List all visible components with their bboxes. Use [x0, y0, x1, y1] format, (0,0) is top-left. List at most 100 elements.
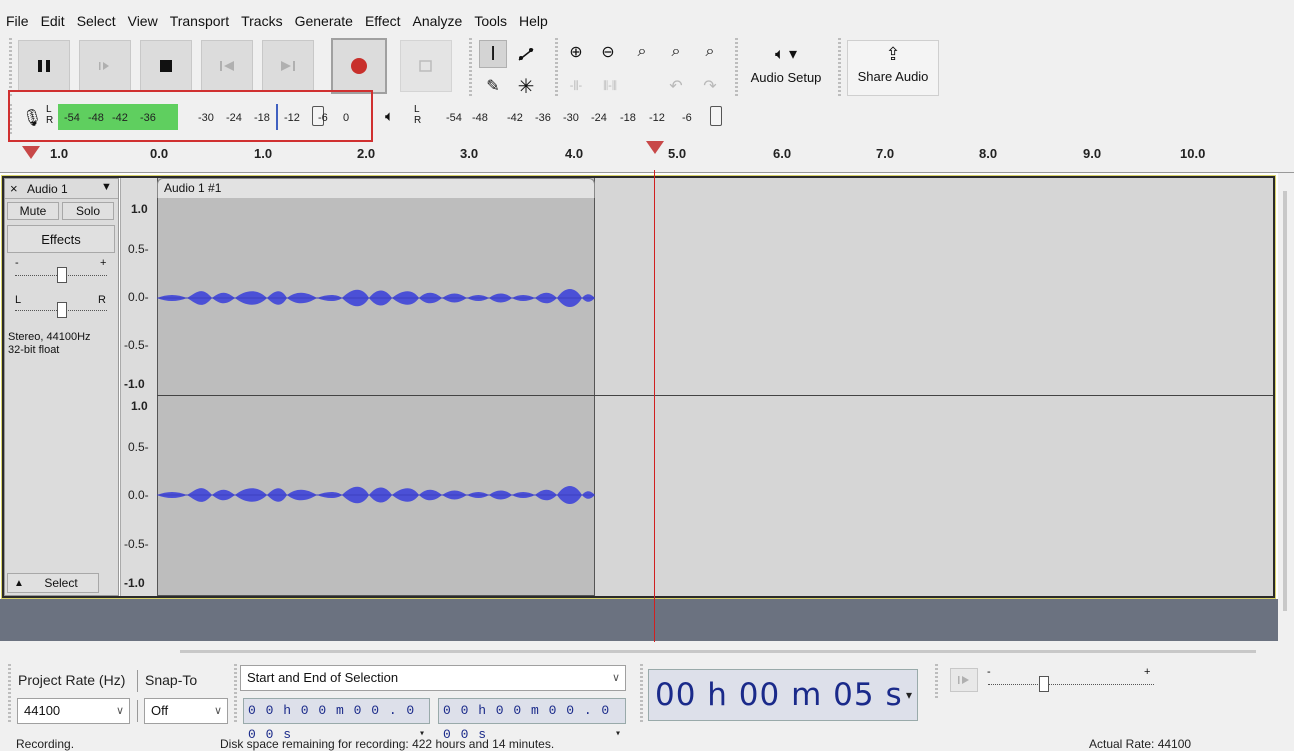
selection-grip[interactable]	[8, 664, 11, 724]
play-button[interactable]	[79, 40, 131, 92]
menu-edit[interactable]: Edit	[35, 10, 71, 32]
gain-slider-thumb[interactable]	[57, 267, 67, 283]
scrollbar-thumb[interactable]	[1283, 191, 1287, 611]
stop-icon	[160, 60, 172, 72]
menu-generate[interactable]: Generate	[289, 10, 359, 32]
edit-grip[interactable]	[555, 38, 558, 98]
play-at-speed-grip[interactable]	[935, 664, 938, 700]
solo-button[interactable]: Solo	[62, 202, 114, 220]
zoom-toggle-button[interactable]: ⌕	[696, 38, 724, 66]
fit-selection-button[interactable]: ⌕	[628, 38, 656, 66]
zoom-out-icon: ⊖	[601, 44, 615, 61]
share-grip[interactable]	[838, 38, 841, 98]
playback-volume-slider[interactable]	[710, 106, 722, 126]
menu-tracks[interactable]: Tracks	[235, 10, 288, 32]
envelope-tool[interactable]	[512, 40, 540, 68]
ruler-label: 7.0	[876, 146, 895, 161]
play-tick: -18	[620, 112, 636, 124]
record-button[interactable]	[331, 38, 387, 94]
pan-slider-thumb[interactable]	[57, 302, 67, 318]
skip-start-button[interactable]	[201, 40, 253, 92]
menu-select[interactable]: Select	[71, 10, 122, 32]
speed-slider-thumb[interactable]	[1039, 676, 1049, 692]
draw-tool[interactable]: ✎	[479, 72, 507, 100]
selection-end-time[interactable]: 0 0 h 0 0 m 0 0 . 0 0 0 s ▾	[438, 698, 626, 742]
waveform-right-channel	[157, 486, 595, 504]
status-actual-rate: Actual Rate: 44100	[1089, 737, 1192, 751]
audio-setup-button[interactable]: 🔈︎ ▾ Audio Setup	[742, 40, 830, 96]
status-state: Recording.	[16, 737, 75, 751]
status-bar: Recording. Disk space remaining for reco…	[0, 735, 1294, 751]
toolbar-grip[interactable]	[9, 38, 12, 98]
project-rate-combo[interactable]: 44100 ∨	[17, 698, 130, 724]
clip-header[interactable]: Audio 1 #1	[157, 178, 595, 198]
play-at-speed-button[interactable]	[950, 668, 978, 692]
effects-button[interactable]: Effects	[7, 225, 115, 253]
skip-end-button[interactable]	[262, 40, 314, 92]
zoom-out-button[interactable]: ⊖	[594, 38, 622, 66]
channel-r-label: R	[414, 115, 422, 126]
menu-tools[interactable]: Tools	[468, 10, 513, 32]
chevron-down-icon: ∨	[213, 705, 222, 717]
time-display[interactable]: 00 h 00 m 05 s ▾	[648, 669, 918, 721]
ruler-label: 3.0	[460, 146, 479, 161]
speed-plus-label: +	[1144, 666, 1151, 678]
menu-view[interactable]: View	[122, 10, 164, 32]
vscale-label: 1.0	[131, 399, 148, 413]
track-control-panel[interactable]: × Audio 1 ▼ Mute Solo Effects - + L R St…	[4, 178, 119, 596]
waveform-left-channel	[157, 289, 595, 307]
chevron-down-icon: ∨	[115, 705, 124, 717]
menu-transport[interactable]: Transport	[164, 10, 235, 32]
pause-button[interactable]	[18, 40, 70, 92]
stop-button[interactable]	[140, 40, 192, 92]
speaker-icon[interactable]: 🔈︎	[385, 108, 394, 125]
redo-button[interactable]: ↷	[696, 72, 724, 100]
menu-effect[interactable]: Effect	[359, 10, 407, 32]
snap-value: Off	[151, 703, 169, 718]
share-audio-label: Share Audio	[857, 69, 929, 84]
menu-analyze[interactable]: Analyze	[407, 10, 469, 32]
empty-track-region[interactable]	[595, 178, 1273, 596]
loop-button[interactable]	[400, 40, 452, 92]
zoom-in-button[interactable]: ⊕	[562, 38, 590, 66]
track-name-bar[interactable]: × Audio 1 ▼	[5, 179, 118, 199]
selection-tool[interactable]: I	[479, 40, 507, 68]
track-bit-depth: 32-bit float	[8, 344, 60, 356]
close-icon[interactable]: ×	[10, 181, 18, 196]
time-grip[interactable]	[640, 664, 643, 724]
time-format-arrow-icon[interactable]: ▾	[906, 670, 913, 720]
menu-file[interactable]: File	[0, 10, 35, 32]
menu-help[interactable]: Help	[513, 10, 554, 32]
undo-button[interactable]: ↶	[662, 72, 690, 100]
vscale-label: -0.5-	[124, 338, 149, 352]
ruler-label: 2.0	[357, 146, 376, 161]
fit-project-button[interactable]: ⌕	[662, 38, 690, 66]
track-menu-arrow-icon[interactable]: ▼	[101, 181, 112, 193]
horizontal-scrollbar[interactable]	[180, 650, 1256, 653]
multi-tool[interactable]: ✳	[512, 72, 540, 100]
play-tick: -12	[649, 112, 665, 124]
selection-mode-combo[interactable]: Start and End of Selection ∨	[240, 665, 626, 691]
select-button[interactable]: ▲ Select	[7, 573, 99, 593]
vertical-scrollbar[interactable]	[1278, 173, 1294, 643]
undo-icon: ↶	[669, 78, 683, 95]
trim-button[interactable]: -⫼-	[562, 72, 590, 100]
tools-grip[interactable]	[469, 38, 472, 98]
audio-clip[interactable]	[157, 178, 595, 596]
mute-button[interactable]: Mute	[7, 202, 59, 220]
channel-l-label: L	[414, 104, 420, 115]
project-rate-value: 44100	[24, 703, 61, 718]
selection-start-time[interactable]: 0 0 h 0 0 m 0 0 . 0 0 0 s ▾	[243, 698, 430, 742]
project-rate-label: Project Rate (Hz)	[18, 672, 126, 688]
share-audio-button[interactable]: ⇪ Share Audio	[847, 40, 939, 96]
playback-meter-channels: L R	[414, 104, 421, 126]
vscale-label: -1.0	[124, 377, 145, 391]
snap-to-combo[interactable]: Off ∨	[144, 698, 228, 724]
audio-setup-grip[interactable]	[735, 38, 738, 98]
silence-button[interactable]: ⫼-⫼	[596, 72, 624, 100]
speed-slider-track[interactable]	[988, 684, 1154, 685]
track-area-background[interactable]	[0, 599, 1278, 641]
selection-grip-2[interactable]	[234, 664, 237, 724]
zoom-in-icon: ⊕	[569, 44, 583, 61]
clip-name: Audio 1 #1	[164, 181, 222, 195]
